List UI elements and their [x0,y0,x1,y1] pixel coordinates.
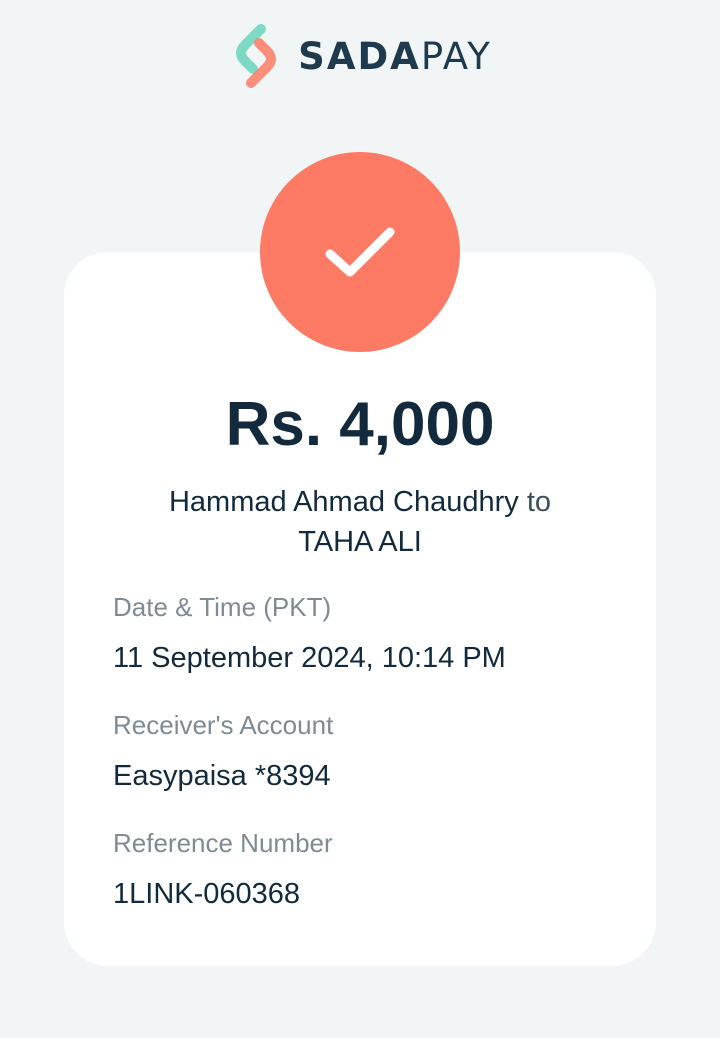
to-connector: to [526,486,552,518]
reference-number-label: Reference Number [113,828,333,858]
date-time-value: 11 September 2024, 10:14 PM [113,642,506,674]
receiver-account-label: Receiver's Account [113,710,334,740]
receiver-name: TAHA ALI [298,526,422,558]
checkmark-icon [325,227,395,277]
brand-name-light: PAY [420,34,492,78]
receiver-account-value: Easypaisa *8394 [113,760,331,792]
brand-header: SADAPAY [0,22,720,90]
reference-number-value: 1LINK-060368 [113,878,301,910]
sender-name: Hammad Ahmad Chaudhry [168,486,519,518]
success-badge [260,152,460,352]
sadapay-logo-icon [236,24,277,88]
transfer-amount: Rs. 4,000 [225,390,495,459]
date-time-label: Date & Time (PKT) [113,592,332,622]
transfer-parties: Hammad Ahmad Chaudhry to TAHA ALI [90,482,630,562]
brand-name-bold: SADA [298,34,421,78]
brand-wordmark: SADAPAY [298,38,492,75]
